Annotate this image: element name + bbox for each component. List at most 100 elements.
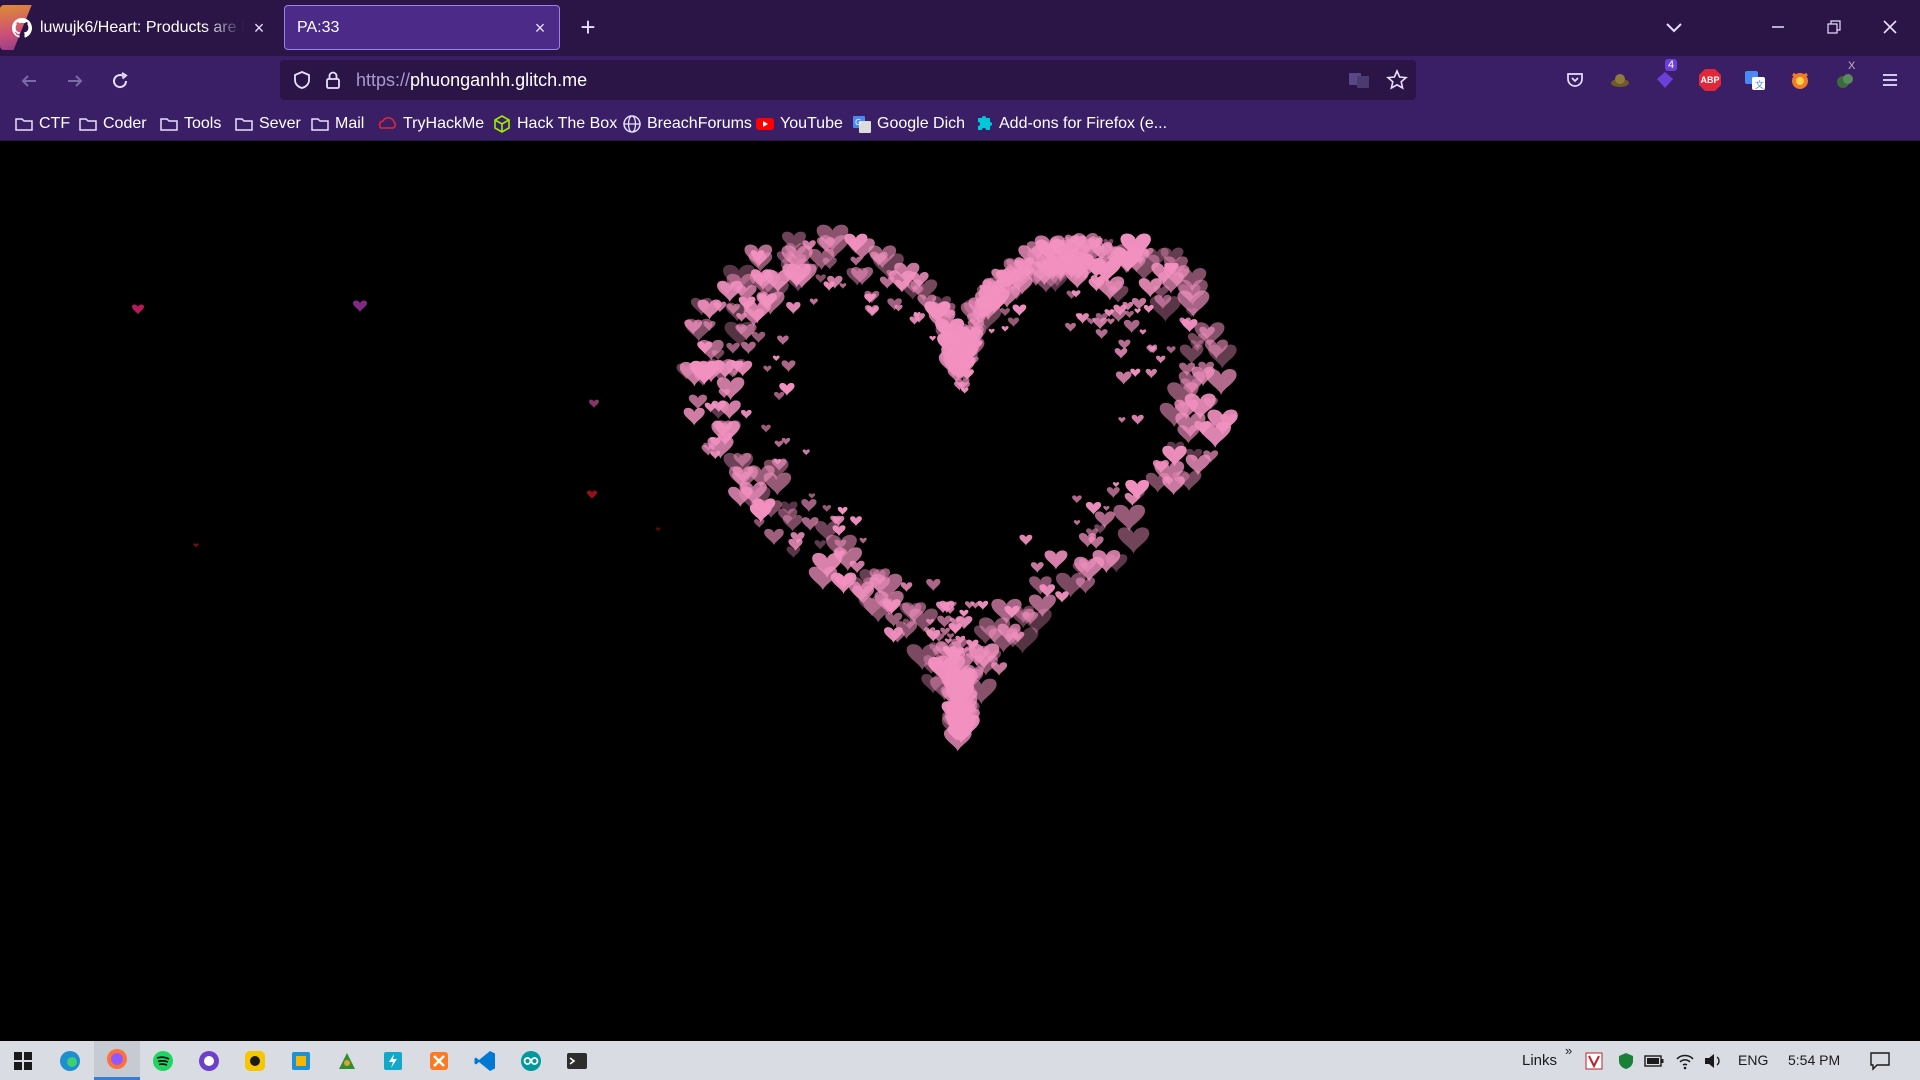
heart-particle: [1103, 505, 1110, 512]
bookmark-label: Mail: [335, 115, 365, 132]
close-window-button[interactable]: [1862, 0, 1918, 54]
pocket-icon[interactable]: [1563, 68, 1587, 92]
bookmark-tryhackme[interactable]: TryHackMe: [378, 112, 484, 136]
heart-particle: [772, 355, 780, 362]
spotify-icon[interactable]: [140, 1041, 186, 1080]
reload-button[interactable]: [105, 66, 135, 96]
vscode-icon[interactable]: [462, 1041, 508, 1080]
app-cyan-icon[interactable]: [370, 1041, 416, 1080]
notification-center-icon[interactable]: [1868, 1051, 1892, 1071]
adblock-plus-icon[interactable]: ABP: [1698, 68, 1722, 92]
heart-particle: [1131, 414, 1144, 425]
svg-text:G: G: [855, 118, 861, 127]
new-tab-button[interactable]: +: [574, 14, 602, 42]
browser-titlebar: luwujk6/Heart: Products are here × PA:33…: [0, 0, 1920, 56]
extension-fox-icon[interactable]: [1788, 68, 1812, 92]
tab-close-icon[interactable]: ×: [533, 19, 547, 37]
volume-icon[interactable]: [1703, 1051, 1723, 1071]
translate-icon[interactable]: 文: [1743, 68, 1767, 92]
antivirus-icon[interactable]: [1584, 1051, 1604, 1071]
forward-button[interactable]: [60, 66, 90, 96]
bookmark-breachforums[interactable]: BreachForums: [622, 112, 752, 136]
bookmark-folder-mail[interactable]: Mail: [310, 112, 364, 136]
firefox-icon[interactable]: [94, 1041, 140, 1080]
heart-particle: [1134, 308, 1141, 314]
bookmark-addons-firefox[interactable]: Add-ons for Firefox (e...: [974, 112, 1167, 136]
chevron-down-icon: [1666, 23, 1682, 33]
heart-particle: [1112, 482, 1120, 488]
heart-particle: [764, 528, 784, 546]
xampp-icon[interactable]: [416, 1041, 462, 1080]
svg-text:文: 文: [1755, 79, 1764, 91]
heart-particle: [1012, 304, 1027, 317]
folder-icon: [79, 118, 97, 131]
url-bar[interactable]: https://phuonganhh.glitch.me: [280, 60, 1416, 100]
ldplayer-icon[interactable]: [232, 1041, 278, 1080]
bookmark-label: Coder: [103, 115, 147, 132]
restore-button[interactable]: [1806, 0, 1862, 54]
wifi-icon[interactable]: [1675, 1051, 1695, 1071]
extension-badge: 4: [1665, 59, 1678, 71]
heart-particle: [977, 600, 989, 610]
heart-particle: [740, 409, 752, 419]
tab-title: PA:33: [297, 18, 340, 36]
heart-particle: [726, 342, 740, 354]
arduino-icon[interactable]: [508, 1041, 554, 1080]
bookmark-label: Hack The Box: [517, 115, 618, 132]
tracking-protection-shield-icon[interactable]: [292, 70, 312, 90]
bookmark-folder-ctf[interactable]: CTF: [14, 112, 70, 136]
url-scheme: https://: [356, 70, 411, 90]
tray-chevron[interactable]: »: [1565, 1043, 1572, 1058]
heart-particle: [1019, 534, 1033, 546]
heart-particle: [808, 493, 816, 499]
tab-close-icon[interactable]: ×: [252, 19, 266, 37]
extension-shield-icon[interactable]: 4: [1653, 59, 1678, 92]
tab-github-heart[interactable]: luwujk6/Heart: Products are here ×: [0, 5, 278, 50]
language-indicator[interactable]: ENG: [1738, 1052, 1768, 1068]
bookmark-label: TryHackMe: [403, 115, 485, 132]
minimize-button[interactable]: [1750, 0, 1806, 54]
extension-badge: X: [1848, 60, 1856, 72]
clock[interactable]: 5:54 PM: [1788, 1052, 1840, 1068]
menu-hamburger-icon[interactable]: [1878, 68, 1902, 92]
list-all-tabs-button[interactable]: [1660, 14, 1688, 42]
page-viewport[interactable]: [0, 141, 1920, 1041]
heart-particle: [1123, 319, 1140, 333]
heart-particle: [946, 633, 955, 640]
edge-icon[interactable]: [47, 1041, 93, 1080]
windows-start-icon[interactable]: [0, 1041, 46, 1080]
heart-particle: [1118, 417, 1126, 424]
extension-hat-icon[interactable]: [1608, 68, 1632, 92]
battery-icon[interactable]: [1644, 1051, 1664, 1071]
heart-particle: [683, 407, 705, 426]
heart-particle: [1055, 591, 1069, 603]
tab-pa33[interactable]: PA:33 ×: [284, 5, 560, 50]
back-button[interactable]: [14, 66, 44, 96]
heart-animation-canvas[interactable]: [0, 141, 1920, 1041]
bookmark-hackthebox[interactable]: Hack The Box: [492, 112, 617, 136]
heart-particle: [1073, 520, 1081, 526]
heart-particle: [1030, 562, 1044, 573]
bookmark-google-dich[interactable]: G Google Dich: [852, 112, 965, 136]
app-icon[interactable]: [278, 1041, 324, 1080]
page-translate-icon[interactable]: [1348, 70, 1370, 90]
app-green-icon[interactable]: [324, 1041, 370, 1080]
terminal-icon[interactable]: [554, 1041, 600, 1080]
close-icon: [1883, 20, 1897, 34]
tray-links-label[interactable]: Links: [1522, 1052, 1557, 1069]
github-desktop-icon[interactable]: [186, 1041, 232, 1080]
bookmark-label: Tools: [184, 115, 222, 132]
globe-icon: [623, 115, 641, 133]
extension-x-icon[interactable]: X: [1833, 60, 1857, 92]
security-shield-icon[interactable]: [1616, 1051, 1636, 1071]
bookmark-star-icon[interactable]: [1386, 69, 1408, 91]
bookmark-folder-coder[interactable]: Coder: [78, 112, 147, 136]
lock-icon[interactable]: [324, 70, 342, 90]
bookmark-folder-sever[interactable]: Sever: [234, 112, 301, 136]
heart-particle: [1115, 371, 1132, 385]
heart-particle: [1072, 495, 1082, 504]
heart-particle: [814, 540, 826, 550]
url-text[interactable]: https://phuonganhh.glitch.me: [356, 70, 587, 91]
bookmark-folder-tools[interactable]: Tools: [159, 112, 221, 136]
bookmark-youtube[interactable]: YouTube: [755, 112, 843, 136]
